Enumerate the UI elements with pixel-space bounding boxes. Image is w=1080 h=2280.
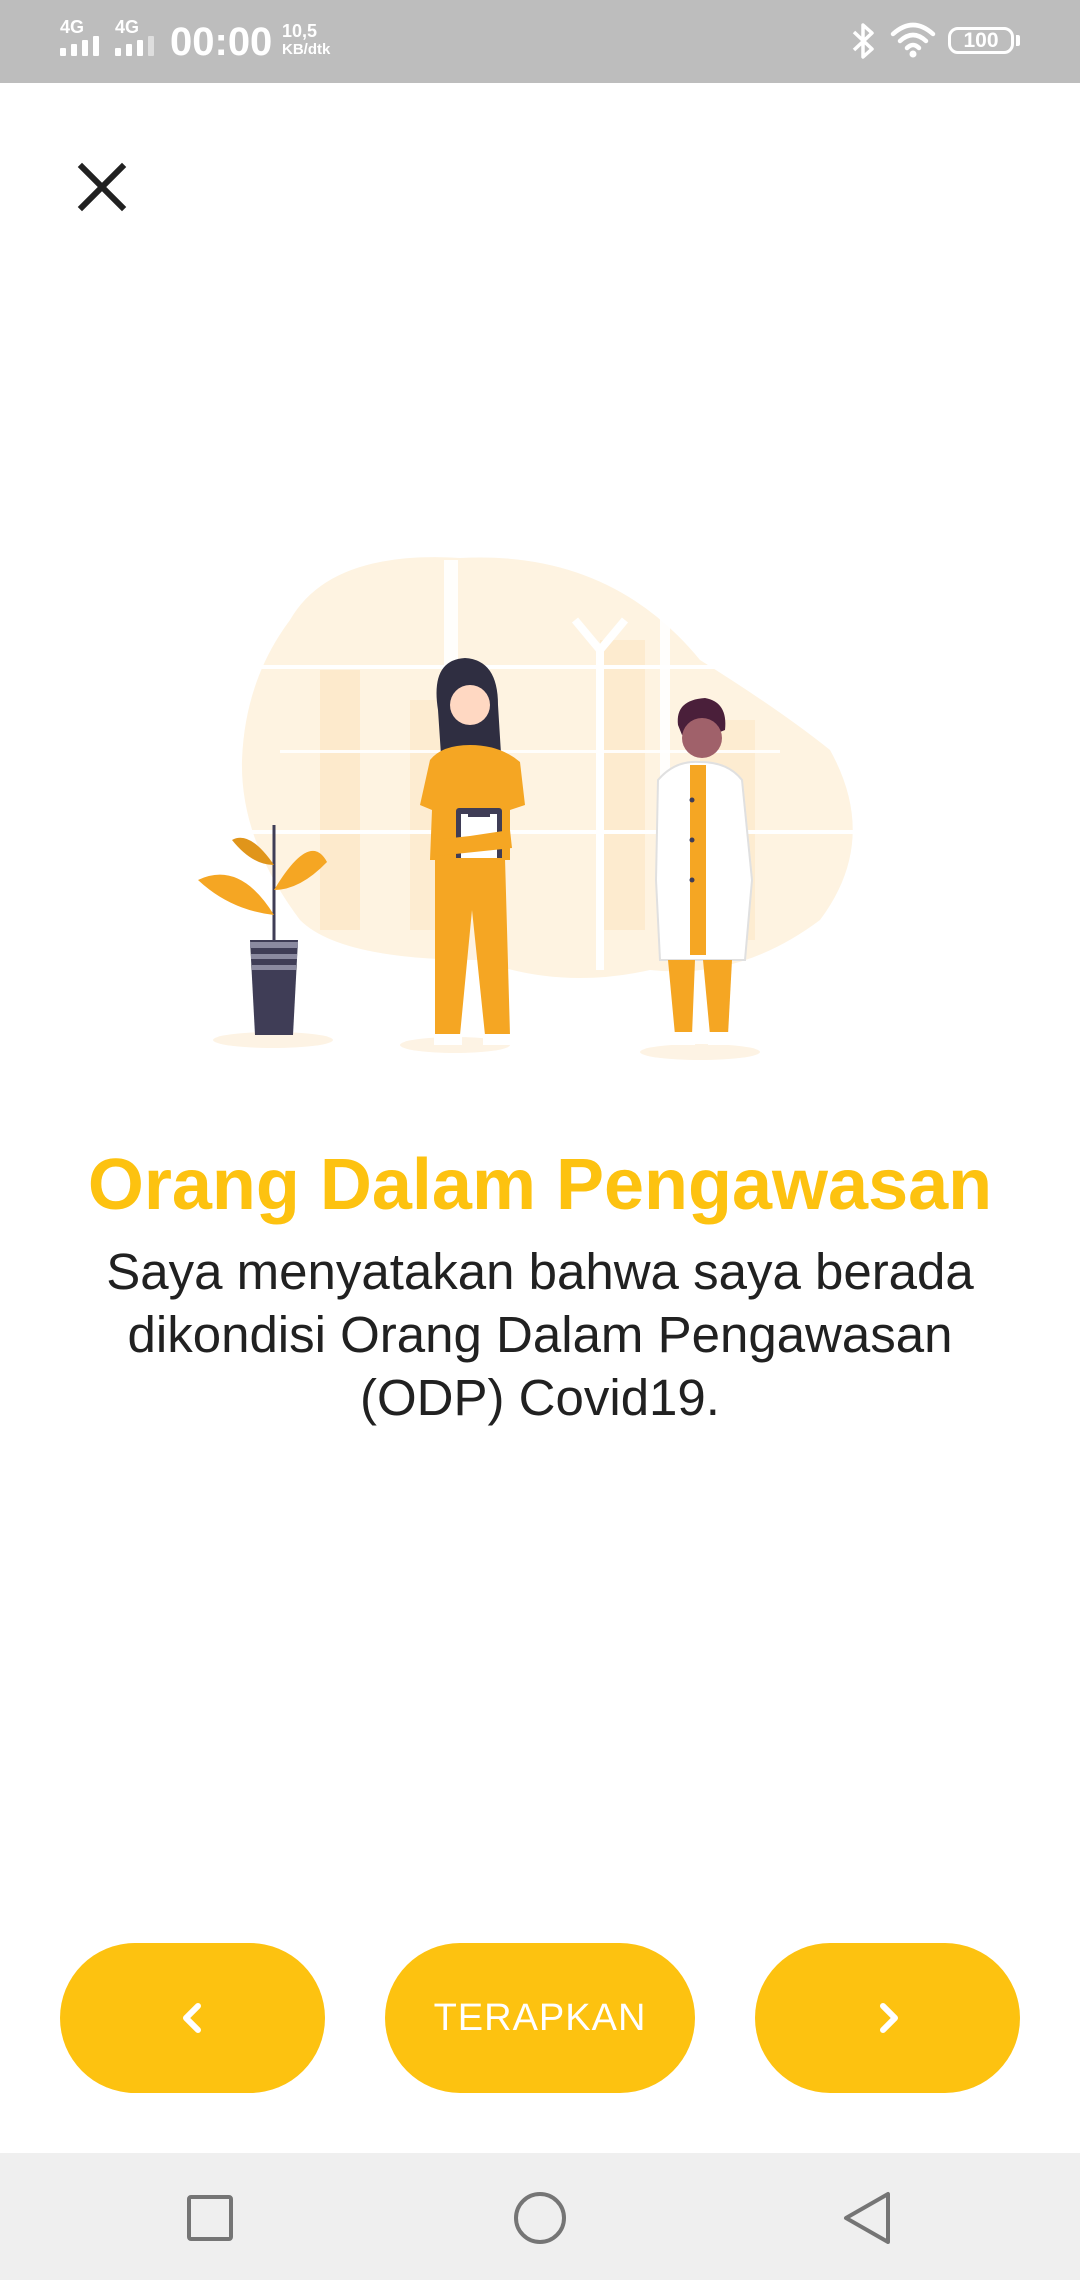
- back-button[interactable]: [828, 2178, 908, 2258]
- previous-button[interactable]: [60, 1943, 325, 2093]
- signal-icon-2: [115, 36, 154, 56]
- recent-apps-button[interactable]: [170, 2178, 250, 2258]
- network-type-1: 4G: [60, 17, 85, 37]
- next-button[interactable]: [755, 1943, 1020, 2093]
- status-bar: 4G 4G 00:00 10,5 KB/dtk 100: [0, 0, 1080, 83]
- apply-button[interactable]: TERAPKAN: [385, 1943, 695, 2093]
- hero-illustration: [198, 557, 880, 1060]
- network-type-2: 4G: [115, 17, 140, 37]
- chevron-left-icon: [182, 2003, 201, 2033]
- bluetooth-icon: [852, 23, 874, 59]
- close-icon: [77, 162, 127, 212]
- chevron-right-icon: [879, 2003, 898, 2033]
- circle-home-icon: [514, 2192, 566, 2244]
- network-speed-unit: KB/dtk: [282, 41, 331, 58]
- battery-tip: [1016, 35, 1020, 46]
- square-recents-icon: [187, 2195, 233, 2241]
- battery-level: 100: [963, 29, 999, 52]
- background-blob: [240, 557, 880, 978]
- status-description: Saya menyatakan bahwa saya berada dikond…: [106, 1243, 974, 1426]
- triangle-back-icon: [844, 2192, 890, 2244]
- plant-illustration: [198, 825, 333, 1048]
- clock: 00:00: [170, 20, 273, 64]
- network-speed-value: 10,5: [282, 21, 318, 41]
- signal-icon-1: [60, 36, 99, 56]
- system-navigation-bar: [0, 2153, 1080, 2280]
- battery-icon: 100: [948, 27, 1014, 54]
- close-button[interactable]: [70, 155, 134, 219]
- page-title: Orang Dalam Pengawasan: [87, 1145, 993, 1225]
- home-button[interactable]: [500, 2178, 580, 2258]
- wifi-icon: [890, 22, 936, 58]
